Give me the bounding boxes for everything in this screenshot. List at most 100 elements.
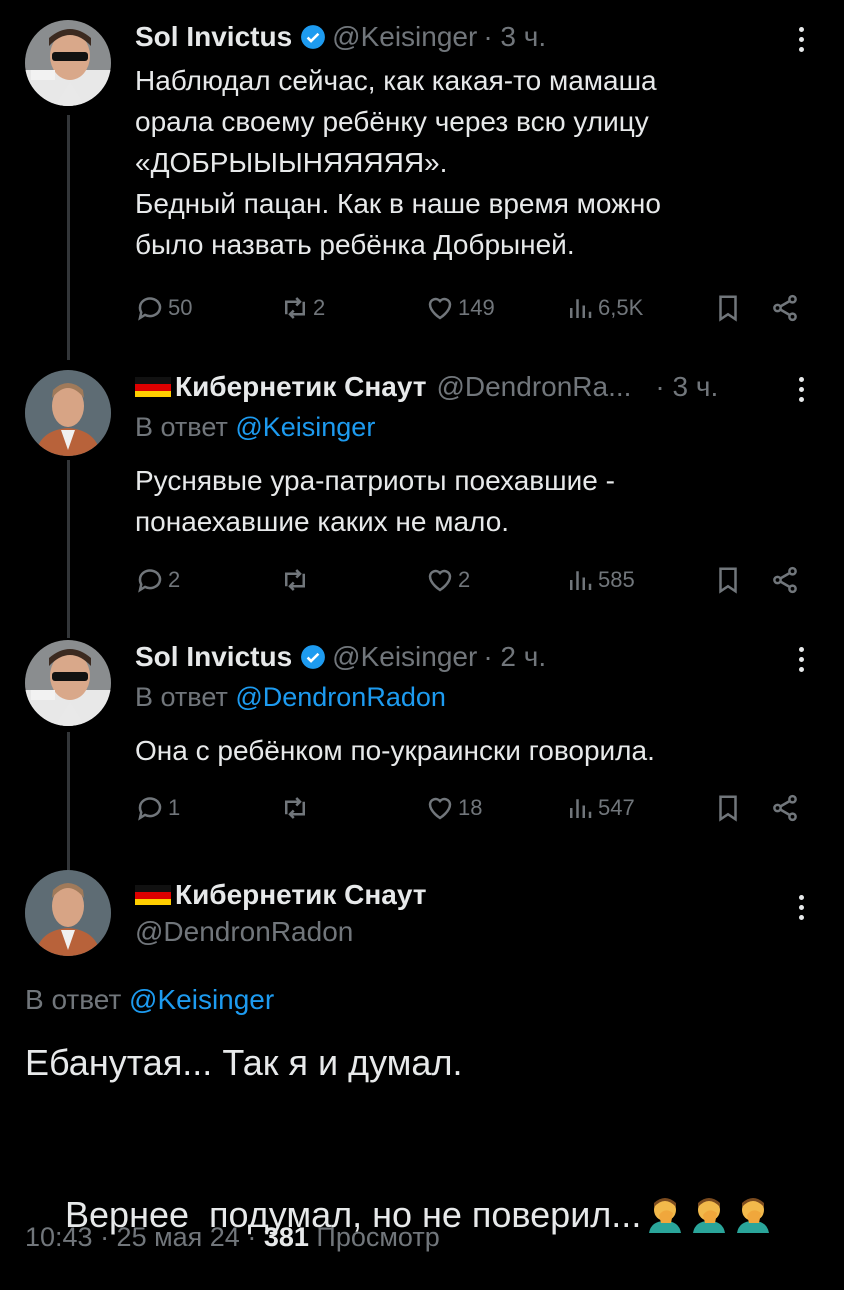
timestamp[interactable]: · 3 ч. — [655, 370, 718, 404]
german-flag-icon — [135, 377, 171, 397]
timestamp[interactable]: · 3 ч. — [483, 20, 546, 54]
face-palm-emoji — [693, 1198, 726, 1233]
repost-count: 2 — [313, 295, 326, 320]
reply-icon — [138, 297, 162, 321]
more-icon[interactable] — [796, 374, 806, 404]
main-tweet-line-1: Ебанутая... Так я и думал. — [25, 1042, 463, 1083]
reply-count: 50 — [168, 295, 193, 320]
author-handle[interactable]: @DendronRadon — [135, 916, 353, 948]
reply-context: В ответ @Keisinger — [135, 412, 375, 443]
repost-icon — [285, 569, 305, 591]
tweet-header: Кибернетик Снаут @DendronRa... · 3 ч. — [135, 370, 718, 404]
like-count: 149 — [458, 295, 495, 320]
tweet-meta: 10:43 · 25 мая 24 · 381 Просмотр — [25, 1222, 440, 1253]
author-name[interactable]: Кибернетик Снаут — [175, 370, 426, 404]
like-count: 2 — [458, 567, 471, 592]
share-icon — [773, 794, 797, 822]
views-label: Просмотр — [316, 1222, 440, 1252]
bookmark-icon — [719, 295, 737, 322]
tweet-text: Наблюдал сейчас, как какая-то мамаша ора… — [135, 65, 661, 260]
author-name[interactable]: Sol Invictus — [135, 640, 292, 674]
reply-icon — [138, 569, 162, 593]
tweet-text: Она с ребёнком по-украински говорила. — [135, 735, 655, 766]
avatar-kibernetik-snaut[interactable] — [25, 870, 111, 956]
views-icon — [570, 299, 592, 318]
views-button[interactable]: 547 — [565, 790, 635, 826]
face-palm-emoji — [649, 1198, 682, 1233]
action-bar: 50 2 149 6,5K — [135, 290, 805, 326]
share-icon — [773, 294, 797, 322]
author-name[interactable]: Кибернетик Снаут — [175, 878, 426, 912]
action-bar: 2 2 585 — [135, 562, 805, 598]
reply-mention-link[interactable]: @DendronRadon — [235, 682, 446, 712]
more-icon[interactable] — [796, 24, 806, 54]
views-icon — [570, 799, 592, 818]
share-button[interactable] — [770, 562, 800, 598]
avatar-sol-invictus[interactable] — [25, 20, 111, 106]
like-icon — [428, 569, 452, 592]
like-button[interactable]: 149 — [425, 290, 495, 326]
avatar-sol-invictus[interactable] — [25, 640, 111, 726]
thread-line — [67, 115, 70, 360]
repost-icon — [285, 297, 305, 319]
reply-prefix: В ответ — [25, 984, 122, 1015]
bookmark-button[interactable] — [713, 290, 743, 326]
bookmark-icon — [719, 795, 737, 822]
repost-button[interactable]: 2 — [280, 290, 325, 326]
reply-count: 2 — [168, 567, 181, 592]
share-button[interactable] — [770, 290, 800, 326]
face-palm-emoji — [737, 1198, 770, 1233]
thread-line — [67, 460, 70, 638]
bookmark-button[interactable] — [713, 562, 743, 598]
repost-button[interactable] — [280, 790, 313, 826]
views-button[interactable]: 6,5K — [565, 290, 643, 326]
tweet-text: Руснявые ура-патриоты поехавшие - понаех… — [135, 465, 615, 537]
action-bar: 1 18 547 — [135, 790, 805, 826]
like-icon — [428, 297, 452, 320]
views-button[interactable]: 585 — [565, 562, 635, 598]
views-count: 6,5K — [598, 295, 644, 320]
reply-prefix: В ответ — [135, 682, 228, 712]
share-button[interactable] — [770, 790, 800, 826]
thread-line — [67, 732, 70, 870]
reply-prefix: В ответ — [135, 412, 228, 442]
repost-button[interactable] — [280, 562, 313, 598]
reply-mention-link[interactable]: @Keisinger — [235, 412, 375, 442]
main-tweet-line-2-row: Вернее подумал, но не поверил... — [25, 1140, 814, 1290]
reply-button[interactable]: 50 — [135, 290, 192, 326]
views-count: 381 — [263, 1222, 309, 1252]
like-count: 18 — [458, 795, 483, 820]
reply-button[interactable]: 2 — [135, 562, 180, 598]
views-icon — [570, 571, 592, 590]
verified-badge-icon — [301, 645, 326, 669]
tweet-header: Sol Invictus @Keisinger · 3 ч. — [135, 20, 546, 54]
reply-mention-link[interactable]: @Keisinger — [129, 984, 274, 1015]
more-icon[interactable] — [796, 892, 806, 922]
views-count: 585 — [598, 567, 635, 592]
reply-icon — [138, 797, 162, 821]
post-timestamp[interactable]: 10:43 · 25 мая 24 · — [25, 1222, 256, 1252]
author-handle[interactable]: @Keisinger — [332, 640, 477, 674]
avatar-kibernetik-snaut[interactable] — [25, 370, 111, 456]
reply-button[interactable]: 1 — [135, 790, 180, 826]
bookmark-icon — [719, 567, 737, 594]
reply-context: В ответ @DendronRadon — [135, 682, 446, 713]
author-handle[interactable]: @DendronRa... — [436, 370, 631, 404]
reply-count: 1 — [168, 795, 181, 820]
author-name[interactable]: Sol Invictus — [135, 20, 292, 54]
verified-badge-icon — [301, 25, 326, 49]
author-handle[interactable]: @Keisinger — [332, 20, 477, 54]
repost-icon — [285, 797, 305, 819]
share-icon — [773, 566, 797, 594]
views-count: 547 — [598, 795, 635, 820]
like-icon — [428, 797, 452, 820]
like-button[interactable]: 18 — [425, 790, 482, 826]
reply-context: В ответ @Keisinger — [25, 984, 274, 1016]
main-author-name-row: Кибернетик Снаут — [135, 878, 426, 912]
tweet-header: Sol Invictus @Keisinger · 2 ч. — [135, 640, 546, 674]
german-flag-icon — [135, 885, 171, 905]
bookmark-button[interactable] — [713, 790, 743, 826]
timestamp[interactable]: · 2 ч. — [483, 640, 546, 674]
more-icon[interactable] — [796, 644, 806, 674]
like-button[interactable]: 2 — [425, 562, 470, 598]
